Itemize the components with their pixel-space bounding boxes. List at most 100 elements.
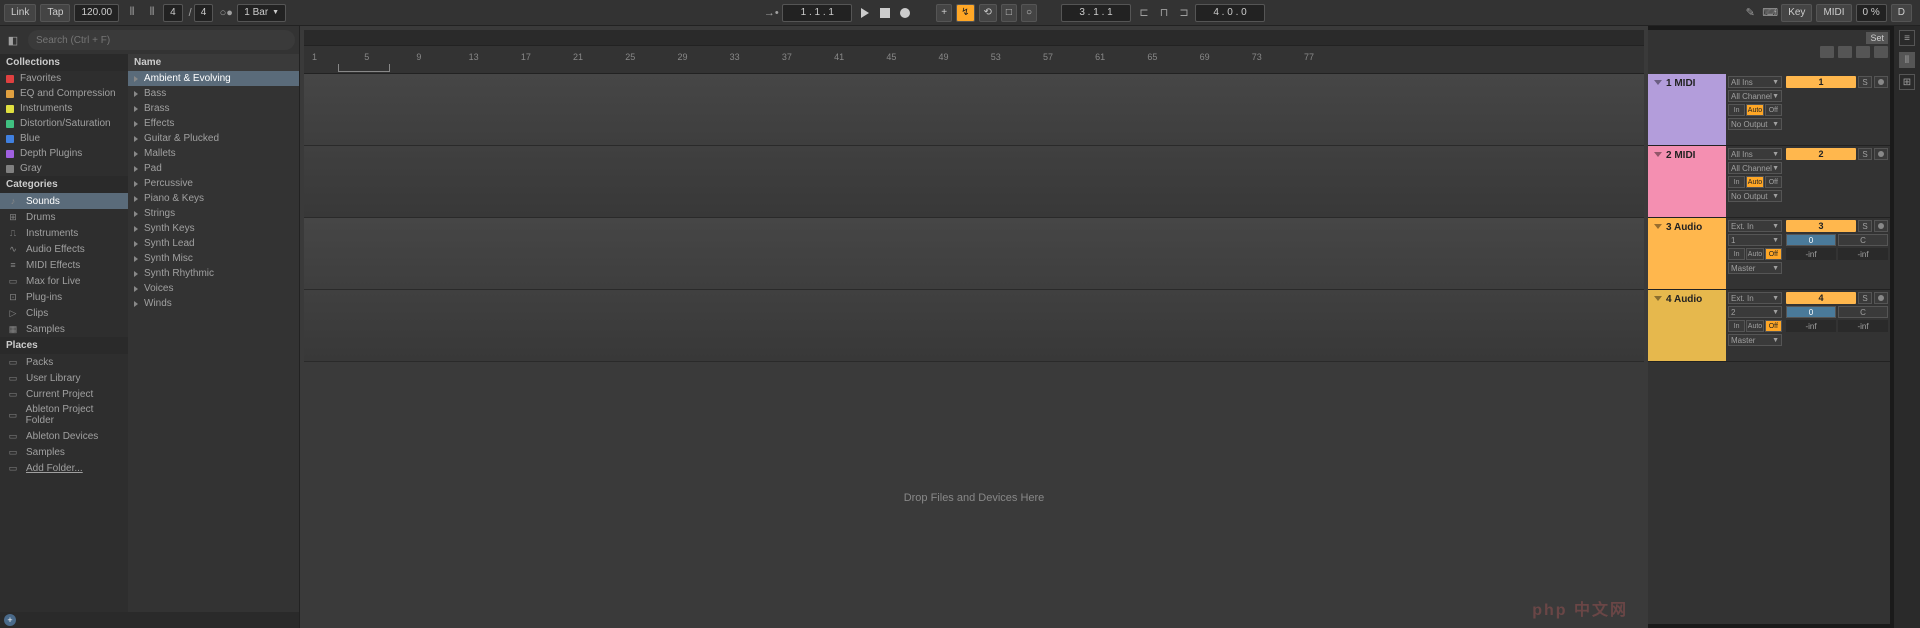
track-header[interactable]: 2 MIDI All Ins▼ All Channel▼ InAutoOff N… bbox=[1648, 146, 1890, 218]
draw-mode-icon[interactable]: ✎ bbox=[1741, 4, 1759, 22]
monitor-auto[interactable]: Auto bbox=[1746, 320, 1763, 332]
content-item[interactable]: Guitar & Plucked bbox=[128, 131, 299, 146]
arm-button[interactable] bbox=[1874, 220, 1888, 232]
nudge-down-icon[interactable]: ⫴ bbox=[123, 4, 141, 22]
play-button[interactable] bbox=[856, 4, 874, 22]
th-icon-3[interactable] bbox=[1856, 46, 1870, 58]
input-type[interactable]: Ext. In▼ bbox=[1728, 220, 1782, 232]
content-item[interactable]: Winds bbox=[128, 296, 299, 311]
solo-button[interactable]: S bbox=[1858, 148, 1872, 160]
arm-button[interactable] bbox=[1874, 292, 1888, 304]
metronome-icon[interactable]: ○● bbox=[217, 4, 235, 22]
th-icon-1[interactable] bbox=[1820, 46, 1834, 58]
track-lane[interactable] bbox=[304, 74, 1644, 146]
track-activator[interactable]: 1 bbox=[1786, 76, 1856, 88]
content-item[interactable]: Voices bbox=[128, 281, 299, 296]
computer-midi-icon[interactable]: ⌨ bbox=[1761, 4, 1779, 22]
th-icon-2[interactable] bbox=[1838, 46, 1852, 58]
output-type[interactable]: No Output▼ bbox=[1728, 118, 1782, 130]
arm-button[interactable] bbox=[1874, 148, 1888, 160]
automation-arm-button[interactable]: ↯ bbox=[956, 4, 974, 22]
monitor-off[interactable]: Off bbox=[1765, 320, 1782, 332]
midi-map-button[interactable]: MIDI bbox=[1816, 4, 1851, 22]
send-c[interactable]: C bbox=[1838, 306, 1888, 318]
content-item[interactable]: Synth Misc bbox=[128, 251, 299, 266]
monitor-auto[interactable]: Auto bbox=[1746, 176, 1763, 188]
send-c[interactable]: C bbox=[1838, 234, 1888, 246]
quantize-field[interactable]: 1 Bar ▼ bbox=[237, 4, 286, 22]
monitor-in[interactable]: In bbox=[1728, 248, 1745, 260]
browser-toggle-icon[interactable]: ◧ bbox=[4, 31, 22, 49]
punch-in-icon[interactable]: ⊏ bbox=[1135, 4, 1153, 22]
place-item[interactable]: ▭Samples bbox=[0, 444, 128, 460]
input-channel[interactable]: 1▼ bbox=[1728, 234, 1782, 246]
overload-indicator[interactable]: D bbox=[1891, 4, 1912, 22]
arm-button[interactable] bbox=[1874, 76, 1888, 88]
collection-item[interactable]: Depth Plugins bbox=[0, 146, 128, 161]
solo-button[interactable]: S bbox=[1858, 292, 1872, 304]
input-type[interactable]: All Ins▼ bbox=[1728, 76, 1782, 88]
output-type[interactable]: No Output▼ bbox=[1728, 190, 1782, 202]
fold-icon[interactable] bbox=[1654, 80, 1662, 85]
collection-item[interactable]: Blue bbox=[0, 131, 128, 146]
menu-icon[interactable]: ≡ bbox=[1899, 30, 1915, 46]
track-title[interactable]: 2 MIDI bbox=[1648, 146, 1726, 217]
tracks-area[interactable]: Drop Files and Devices Here bbox=[304, 74, 1644, 624]
content-item[interactable]: Brass bbox=[128, 101, 299, 116]
content-item[interactable]: Percussive bbox=[128, 176, 299, 191]
overview-strip[interactable] bbox=[304, 30, 1644, 46]
fold-icon[interactable] bbox=[1654, 224, 1662, 229]
category-item[interactable]: ∿Audio Effects bbox=[0, 241, 128, 257]
content-item[interactable]: Ambient & Evolving bbox=[128, 71, 299, 86]
content-item[interactable]: Piano & Keys bbox=[128, 191, 299, 206]
category-item[interactable]: ≡MIDI Effects bbox=[0, 257, 128, 273]
timesig-den[interactable]: 4 bbox=[194, 4, 214, 22]
monitor-in[interactable]: In bbox=[1728, 104, 1745, 116]
arrangement-view-button[interactable]: ⦀ bbox=[1899, 52, 1915, 68]
fold-icon[interactable] bbox=[1654, 152, 1662, 157]
input-type[interactable]: Ext. In▼ bbox=[1728, 292, 1782, 304]
timesig-num[interactable]: 4 bbox=[163, 4, 183, 22]
monitor-in[interactable]: In bbox=[1728, 176, 1745, 188]
input-channel[interactable]: All Channel▼ bbox=[1728, 162, 1782, 174]
input-channel[interactable]: All Channel▼ bbox=[1728, 90, 1782, 102]
track-lane[interactable] bbox=[304, 290, 1644, 362]
fold-icon[interactable] bbox=[1654, 296, 1662, 301]
track-header[interactable]: 1 MIDI All Ins▼ All Channel▼ InAutoOff N… bbox=[1648, 74, 1890, 146]
stop-button[interactable] bbox=[876, 4, 894, 22]
collection-item[interactable]: Instruments bbox=[0, 101, 128, 116]
reenable-auto-button[interactable]: ⟲ bbox=[979, 4, 997, 22]
track-activator[interactable]: 2 bbox=[1786, 148, 1856, 160]
place-item[interactable]: ▭Ableton Project Folder bbox=[0, 402, 128, 428]
session-view-button[interactable]: ⊞ bbox=[1899, 74, 1915, 90]
key-map-button[interactable]: Key bbox=[1781, 4, 1812, 22]
tap-button[interactable]: Tap bbox=[40, 4, 70, 22]
loop-icon[interactable]: ⊓ bbox=[1155, 4, 1173, 22]
follow-icon[interactable]: →• bbox=[762, 4, 780, 22]
category-item[interactable]: ▭Max for Live bbox=[0, 273, 128, 289]
content-item[interactable]: Synth Rhythmic bbox=[128, 266, 299, 281]
pan-value[interactable]: 0 bbox=[1786, 234, 1836, 246]
solo-button[interactable]: S bbox=[1858, 76, 1872, 88]
monitor-off[interactable]: Off bbox=[1765, 104, 1782, 116]
output-type[interactable]: Master▼ bbox=[1728, 262, 1782, 274]
content-item[interactable]: Mallets bbox=[128, 146, 299, 161]
search-field[interactable] bbox=[28, 30, 295, 50]
category-item[interactable]: ⊡Plug-ins bbox=[0, 289, 128, 305]
collection-item[interactable]: EQ and Compression bbox=[0, 86, 128, 101]
monitor-in[interactable]: In bbox=[1728, 320, 1745, 332]
link-button[interactable]: Link bbox=[4, 4, 36, 22]
monitor-auto[interactable]: Auto bbox=[1746, 248, 1763, 260]
content-item[interactable]: Synth Keys bbox=[128, 221, 299, 236]
input-type[interactable]: All Ins▼ bbox=[1728, 148, 1782, 160]
track-header[interactable]: 4 Audio Ext. In▼ 2▼ InAutoOff Master▼ 4 … bbox=[1648, 290, 1890, 362]
category-item[interactable]: ♪Sounds bbox=[0, 193, 128, 209]
loop-brace[interactable] bbox=[338, 64, 390, 72]
overdub-button[interactable]: + bbox=[936, 4, 952, 22]
track-title[interactable]: 1 MIDI bbox=[1648, 74, 1726, 145]
output-type[interactable]: Master▼ bbox=[1728, 334, 1782, 346]
monitor-auto[interactable]: Auto bbox=[1746, 104, 1763, 116]
record-button[interactable] bbox=[896, 4, 914, 22]
place-item[interactable]: ▭Ableton Devices bbox=[0, 428, 128, 444]
add-button[interactable]: + bbox=[4, 614, 16, 626]
